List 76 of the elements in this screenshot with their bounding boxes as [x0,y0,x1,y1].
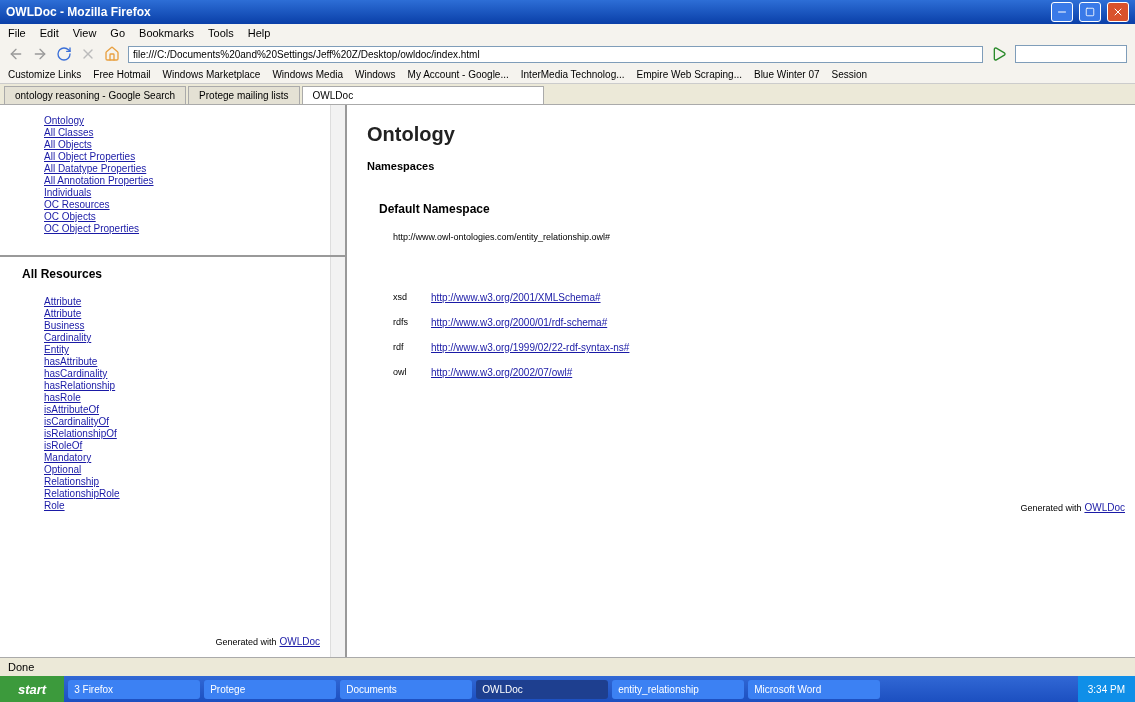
nav-link[interactable]: Individuals [44,187,320,198]
footer-text: Generated with [215,637,277,647]
page-title: Ontology [367,123,456,146]
resource-link[interactable]: hasAttribute [44,356,320,367]
bookmark-link[interactable]: Windows Media [272,69,343,80]
resource-link[interactable]: hasRelationship [44,380,320,391]
subsection-heading: Default Namespace [379,202,491,216]
resource-link[interactable]: isRoleOf [44,440,320,451]
namespace-link[interactable]: http://www.w3.org/2002/07/owl# [431,367,573,378]
taskbar-button[interactable]: OWLDoc [476,679,609,699]
taskbar-button[interactable]: entity_relationship [612,679,745,699]
bookmark-link[interactable]: InterMedia Technolog... [520,69,625,80]
menu-item[interactable]: Edit [39,27,59,39]
namespace-link[interactable]: http://www.w3.org/2000/01/rdf-schema# [431,317,608,328]
nav-link[interactable]: OC Resources [44,199,320,210]
nav-link[interactable]: All Datatype Properties [44,163,320,174]
footer-link[interactable]: OWLDoc [279,636,320,647]
resource-link[interactable]: Attribute [44,308,320,319]
taskbar-button[interactable]: Protege [204,679,337,699]
nav-link[interactable]: Ontology [44,115,320,126]
bookmark-link[interactable]: Customize Links [8,69,82,80]
window-title: OWLDoc - Mozilla Firefox [6,5,152,19]
resource-link[interactable]: isRelationshipOf [44,428,320,439]
bookmark-link[interactable]: Blue Winter 07 [753,69,820,80]
nav-link[interactable]: OC Objects [44,211,320,222]
clock: 3:34 PM [1077,676,1135,702]
nav-link[interactable]: All Annotation Properties [44,175,320,186]
bookmark-link[interactable]: Windows [355,69,396,80]
menu-item[interactable]: Go [110,27,126,39]
status-text: Done [0,657,1135,676]
resource-link[interactable]: Cardinality [44,332,320,343]
prefix-label: rdfs [393,317,409,328]
namespace-uri: http://www.owl-ontologies.com/entity_relationship.owl# [393,232,612,242]
resource-link[interactable]: isCardinalityOf [44,416,320,427]
resource-link[interactable]: Business [44,320,320,331]
taskbar-button[interactable]: 3 Firefox [68,679,201,699]
resource-link[interactable]: Entity [44,344,320,355]
resource-link[interactable]: RelationshipRole [44,488,320,499]
namespace-link[interactable]: http://www.w3.org/2001/XMLSchema# [431,292,601,303]
prefix-label: owl [393,367,408,378]
bookmark-link[interactable]: Session [831,69,868,80]
browser-tab[interactable]: OWLDoc [301,86,544,104]
resource-link[interactable]: hasRole [44,392,320,403]
footer-text: Generated with [1020,503,1082,513]
bookmark-link[interactable]: Windows Marketplace [162,69,261,80]
menu-item[interactable]: Help [247,27,271,39]
resource-link[interactable]: Relationship [44,476,320,487]
prefix-label: rdf [393,342,405,353]
resource-link[interactable]: isAttributeOf [44,404,320,415]
resource-link[interactable]: Optional [44,464,320,475]
namespace-link[interactable]: http://www.w3.org/1999/02/22-rdf-syntax-ns# [431,342,630,353]
resource-link[interactable]: Attribute [44,296,320,307]
resource-link[interactable]: hasCardinality [44,368,320,379]
footer-link[interactable]: OWLDoc [1084,502,1125,513]
taskbar-button[interactable]: Microsoft Word [748,679,881,699]
browser-tab[interactable]: ontology reasoning - Google Search [4,86,187,104]
browser-tab[interactable]: Protege mailing lists [188,86,300,104]
nav-link[interactable]: All Objects [44,139,320,150]
nav-link[interactable]: All Classes [44,127,320,138]
bookmark-link[interactable]: My Account - Google... [407,69,509,80]
section-heading: Namespaces [367,160,436,172]
menu-item[interactable]: Tools [208,27,234,39]
section-heading: All Resources [22,267,104,281]
start-button[interactable]: start [0,676,65,702]
prefix-label: xsd [393,292,408,303]
bookmark-link[interactable]: Free Hotmail [93,69,151,80]
resource-link[interactable]: Role [44,500,320,511]
menu-item[interactable]: File [8,27,26,39]
menu-item[interactable]: Bookmarks [139,27,195,39]
taskbar-button[interactable]: Documents [340,679,473,699]
address-field[interactable]: file:///C:/Documents%20and%20Settings/Jeff%20Z/Desktop/owldoc/index.html [128,45,983,63]
menu-item[interactable]: View [72,27,97,39]
nav-link[interactable]: OC Object Properties [44,223,320,234]
resource-link[interactable]: Mandatory [44,452,320,463]
nav-link[interactable]: All Object Properties [44,151,320,162]
bookmark-link[interactable]: Empire Web Scraping... [636,69,742,80]
